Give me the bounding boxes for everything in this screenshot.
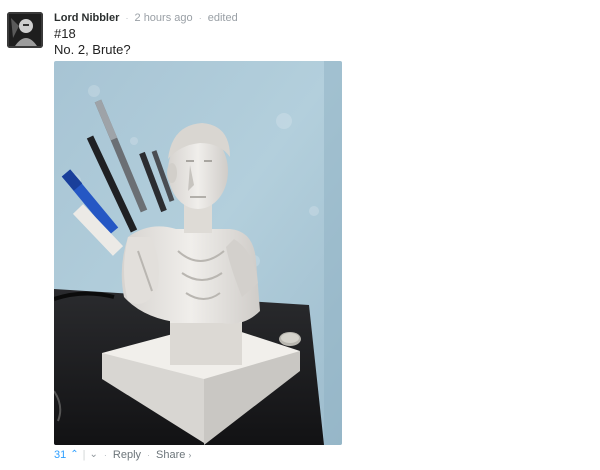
comment-header: Lord Nibbler · 2 hours ago · edited <box>54 10 354 26</box>
edited-label: edited <box>207 12 238 24</box>
reply-button[interactable]: Reply <box>113 446 141 464</box>
vote-divider: | <box>82 449 86 461</box>
timestamp[interactable]: 2 hours ago <box>135 12 193 24</box>
comment-body: Lord Nibbler · 2 hours ago · edited #18 … <box>54 10 354 445</box>
separator: · <box>125 13 129 23</box>
share-button[interactable]: Share <box>156 446 185 464</box>
comment-footer: 31 ⌃ | ⌄ · Reply · Share › <box>54 446 191 464</box>
avatar-image <box>7 12 43 48</box>
avatar[interactable] <box>7 12 43 48</box>
vote-count: 31 <box>54 449 67 461</box>
separator: · <box>198 13 202 23</box>
separator-dot: · <box>103 450 107 460</box>
author-name[interactable]: Lord Nibbler <box>54 12 119 24</box>
comment-line-1: #18 <box>54 26 76 41</box>
downvote-chevron-down-icon[interactable]: ⌄ <box>90 446 98 464</box>
comment-photo[interactable] <box>54 61 342 445</box>
chevron-right-icon[interactable]: › <box>188 446 191 464</box>
comment: Lord Nibbler · 2 hours ago · edited #18 … <box>0 0 600 470</box>
upvote-chevron-up-icon[interactable]: ⌃ <box>70 446 78 464</box>
separator-dot: · <box>147 450 151 460</box>
comment-line-2: No. 2, Brute? <box>54 42 131 57</box>
